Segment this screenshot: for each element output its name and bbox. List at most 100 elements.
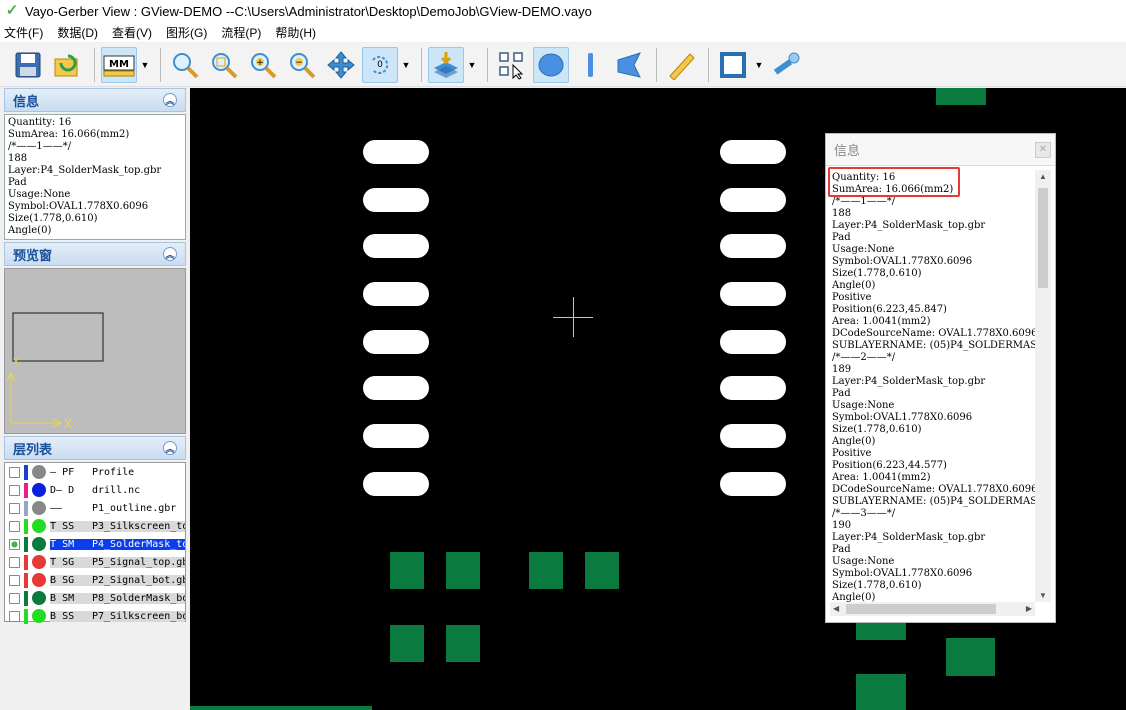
close-icon[interactable]: ✕ [1035,141,1051,158]
units-button[interactable]: MM [101,46,137,83]
pad-oval[interactable] [363,234,429,258]
layer-visibility-checkbox[interactable] [9,538,20,550]
pad-square[interactable] [856,674,906,710]
pad-square[interactable] [585,552,619,589]
layer-row[interactable]: T SSP3_Silkscreen_top.gbr [5,517,185,535]
pad-oval[interactable] [720,282,786,306]
pad-oval[interactable] [363,376,429,400]
pad-oval[interactable] [720,234,786,258]
layer-visibility-checkbox[interactable] [9,556,20,568]
zoom-out-button[interactable]: − [284,47,320,83]
layer-import-dropdown[interactable]: ▼ [467,47,477,83]
layer-import-button[interactable] [428,46,464,83]
pad-square[interactable] [390,625,424,662]
scroll-left-icon[interactable]: ◀ [833,604,839,613]
layer-visibility-checkbox[interactable] [9,610,20,622]
layer-row[interactable]: B SMP8_SolderMask_bot.gbr [5,589,185,607]
layers-panel-header[interactable]: 层列表 ︽ [4,436,186,460]
frame-dropdown[interactable]: ▼ [754,47,764,83]
preview-window[interactable]: X Y [4,268,186,434]
zoom-window-button[interactable] [206,47,242,83]
layer-row[interactable]: T SG P5_Signal_top.gbr [5,553,185,571]
layer-visibility-checkbox[interactable] [9,484,20,496]
measure-button[interactable] [663,47,699,83]
open-button[interactable] [49,47,85,83]
layer-visibility-checkbox[interactable] [9,502,20,514]
scrollbar-thumb[interactable] [1038,188,1048,288]
save-button[interactable] [10,47,46,83]
pad-oval[interactable] [720,140,786,164]
layer-visibility-checkbox[interactable] [9,520,20,532]
pad-oval[interactable] [720,330,786,354]
pad-square[interactable] [446,552,480,589]
pad-square[interactable] [936,88,986,105]
pad-square[interactable] [390,552,424,589]
scrollbar-thumb[interactable] [846,604,996,614]
pan-button[interactable] [323,47,359,83]
layer-row[interactable]: B SG P2_Signal_bot.gbr [5,571,185,589]
layer-row[interactable]: —— P1_outline.gbr [5,499,185,517]
layer-row[interactable]: D— D drill.nc [5,481,185,499]
layer-color-dot[interactable] [32,573,46,587]
layer-color-dot[interactable] [32,555,46,569]
pad-oval[interactable] [363,188,429,212]
layer-color-dot[interactable] [32,591,46,605]
menu-file[interactable]: 文件(F) [4,24,43,41]
menu-process[interactable]: 流程(P) [221,24,261,41]
pad-square[interactable] [446,625,480,662]
layer-color-dot[interactable] [32,465,46,479]
units-dropdown[interactable]: ▼ [140,47,150,83]
scroll-down-icon[interactable]: ▼ [1039,591,1047,600]
horizontal-scrollbar[interactable]: ◀ ▶ [830,602,1035,616]
pad-square[interactable] [529,552,563,589]
pad-oval[interactable] [720,376,786,400]
zoom-button[interactable] [167,47,203,83]
pad-oval[interactable] [720,472,786,496]
pad-oval[interactable] [363,282,429,306]
info-panel-header[interactable]: 信息 ︽ [4,88,186,112]
line-shape-button[interactable] [572,47,608,83]
circle-shape-button[interactable] [533,46,569,83]
layer-color-dot[interactable] [32,483,46,497]
menu-graphics[interactable]: 图形(G) [166,24,207,41]
scroll-up-icon[interactable]: ▲ [1039,172,1047,181]
collapse-icon[interactable]: ︽ [163,247,177,261]
pad-oval[interactable] [363,472,429,496]
pad-oval[interactable] [720,188,786,212]
layer-color-dot[interactable] [32,519,46,533]
rotate-button[interactable]: 0 [362,46,398,83]
pad-square[interactable] [946,638,995,676]
layer-row[interactable]: B SSP7_Silkscreen_bot.gbr [5,607,185,625]
layer-visibility-checkbox[interactable] [9,592,20,604]
scroll-right-icon[interactable]: ▶ [1026,604,1032,613]
collapse-icon[interactable]: ︽ [163,441,177,455]
rotate-dropdown[interactable]: ▼ [401,47,411,83]
pad-square[interactable] [856,622,906,640]
info-popup-window[interactable]: 信息 ✕ Quantity: 16 SumArea: 16.066(mm2)/*—… [825,133,1056,623]
polygon-shape-button[interactable] [611,47,647,83]
layer-color-dot[interactable] [32,501,46,515]
tools-button[interactable] [768,47,804,83]
layer-row[interactable]: T SMP4_SolderMask_top.gbr [5,535,185,553]
layer-visibility-checkbox[interactable] [9,574,20,586]
info-popup-titlebar[interactable]: 信息 ✕ [826,134,1055,166]
layer-visibility-checkbox[interactable] [9,466,20,478]
preview-viewport-rect[interactable] [12,312,104,362]
menu-help[interactable]: 帮助(H) [275,24,316,41]
select-button[interactable] [494,47,530,83]
menu-view[interactable]: 查看(V) [112,24,152,41]
pad-oval[interactable] [720,424,786,448]
preview-panel-header[interactable]: 预览窗 ︽ [4,242,186,266]
menu-data[interactable]: 数据(D) [57,24,98,41]
collapse-icon[interactable]: ︽ [163,93,177,107]
pad-oval[interactable] [363,330,429,354]
pad-oval[interactable] [363,424,429,448]
layer-color-dot[interactable] [32,609,46,623]
vertical-scrollbar[interactable]: ▲ ▼ [1035,170,1051,602]
pad-oval[interactable] [363,140,429,164]
info-popup-text[interactable]: Quantity: 16 SumArea: 16.066(mm2)/*——1——*… [830,170,1035,602]
layer-color-dot[interactable] [32,537,46,551]
frame-button[interactable] [715,47,751,83]
layer-row[interactable]: — PF Profile [5,463,185,481]
zoom-in-button[interactable]: + [245,47,281,83]
